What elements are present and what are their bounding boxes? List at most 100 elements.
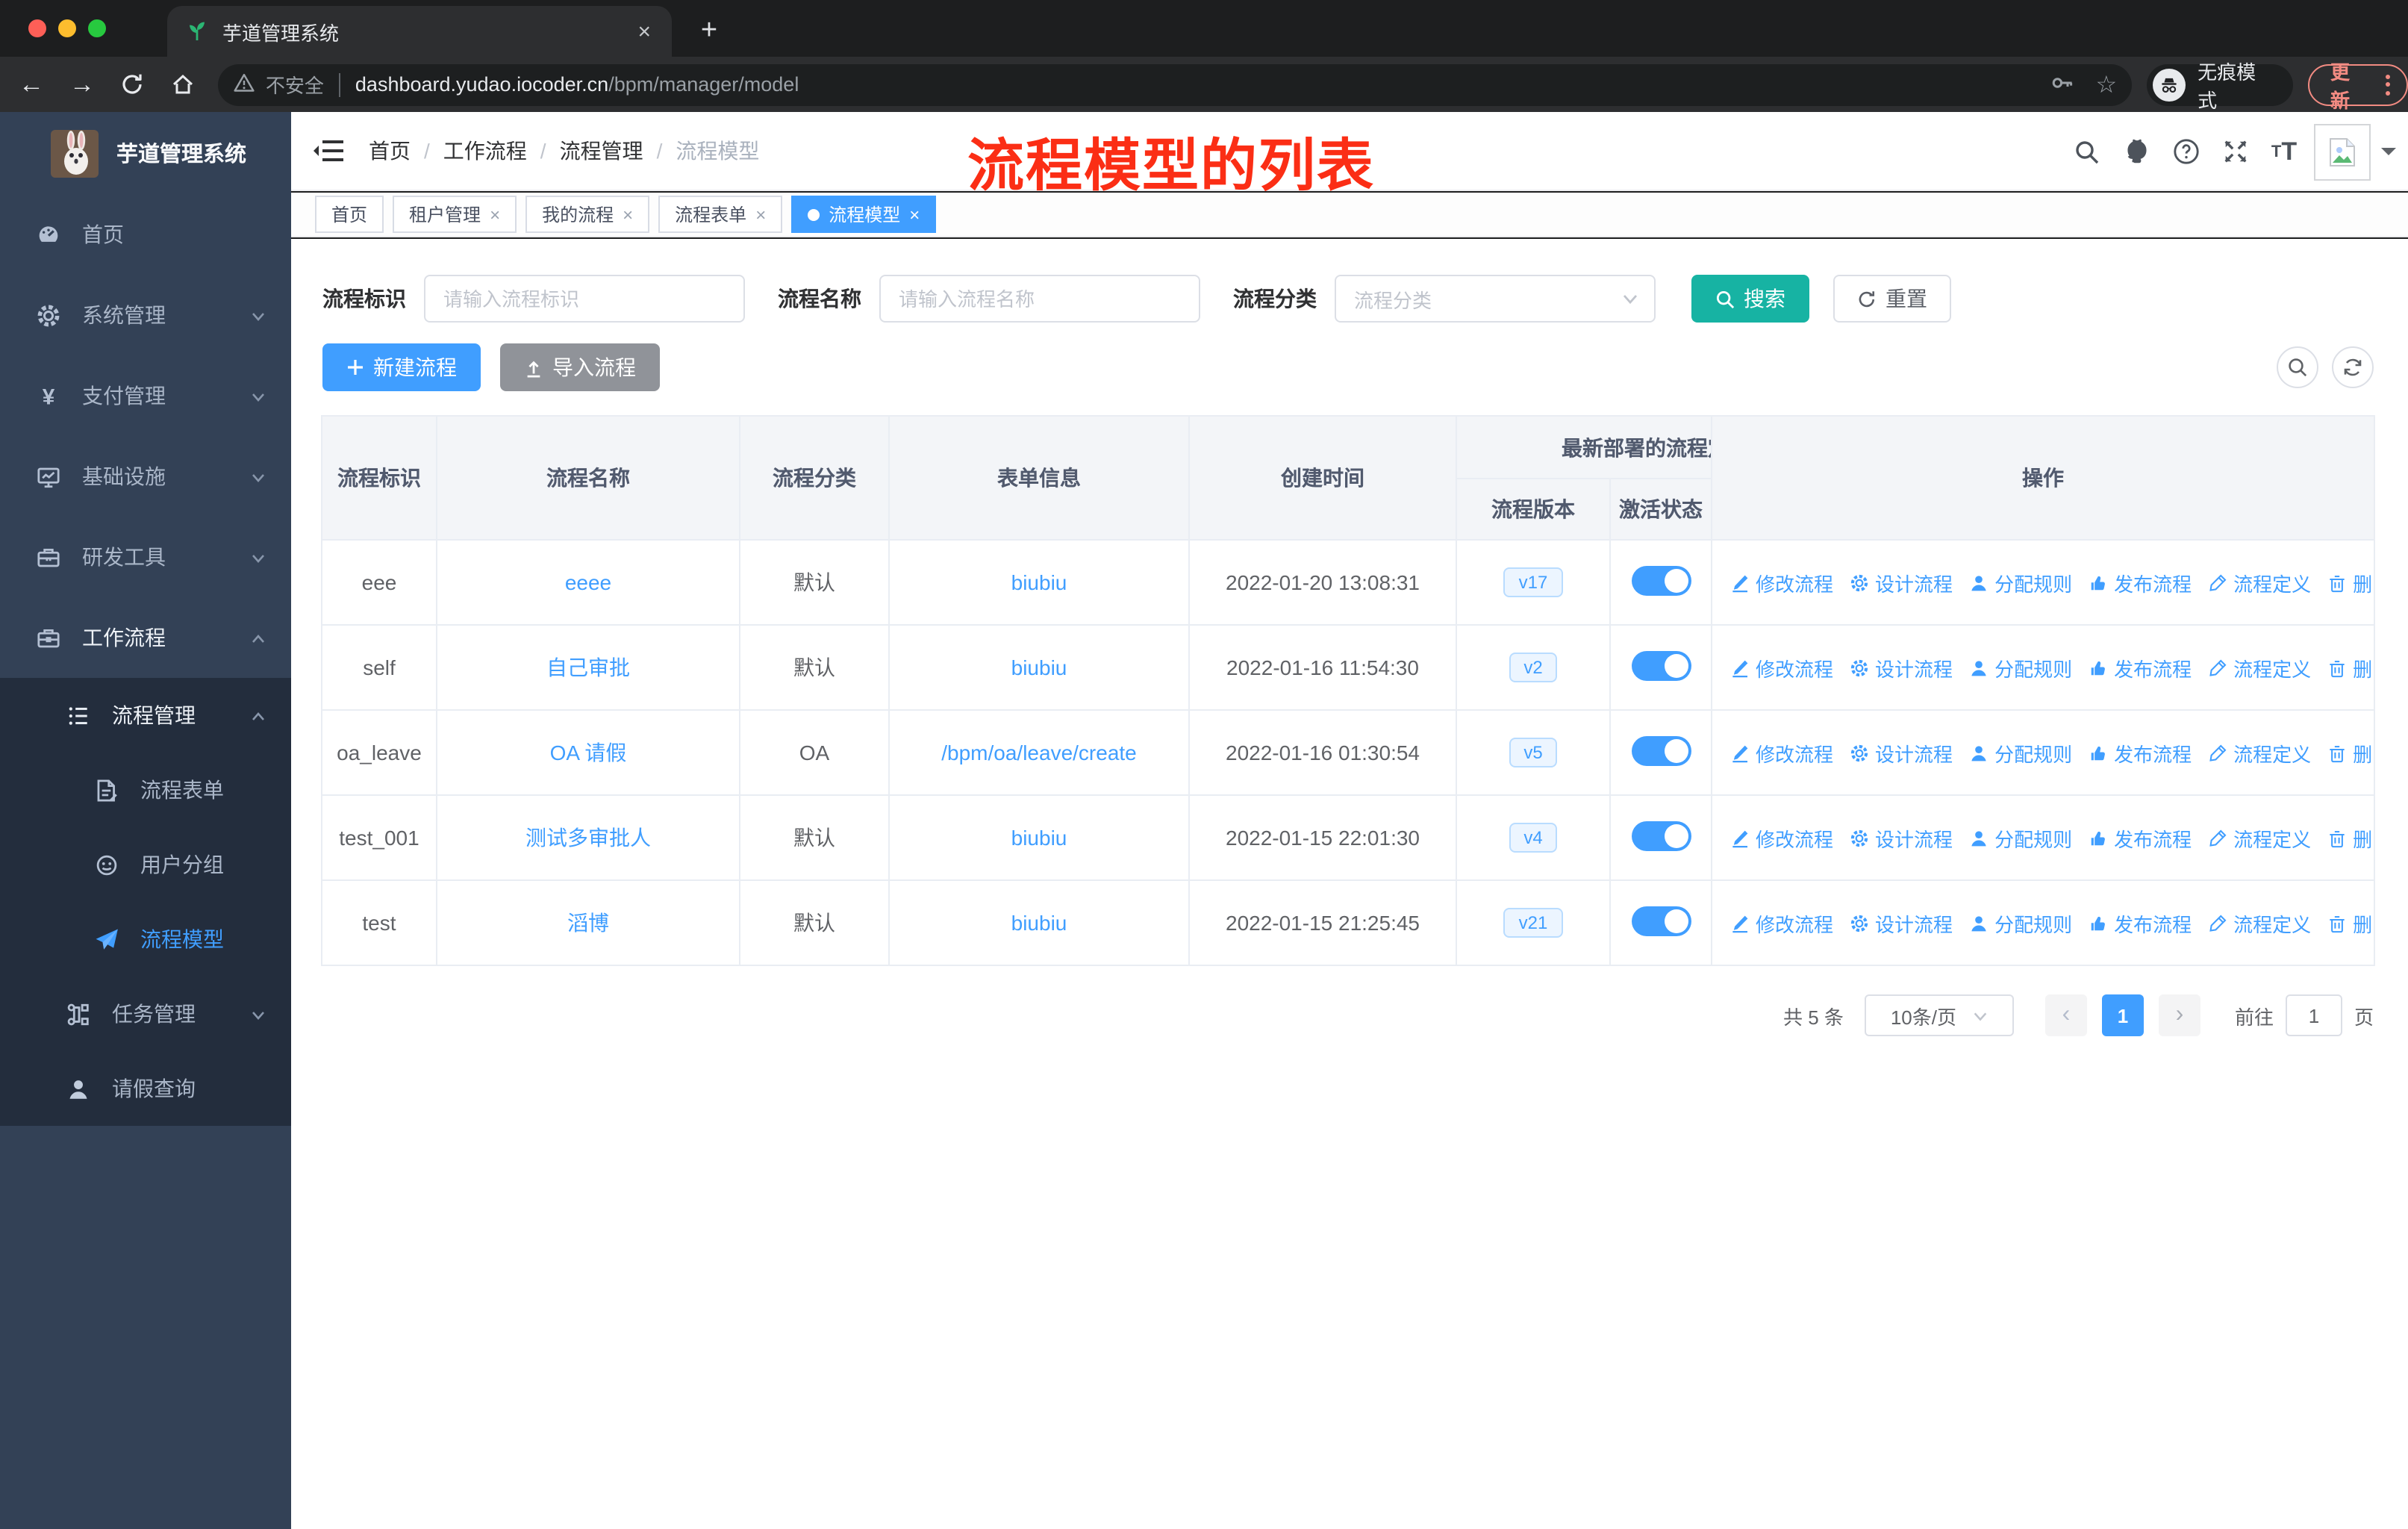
minimize-window-button[interactable] xyxy=(58,19,76,37)
design-process-link[interactable]: 设计流程 xyxy=(1850,823,1953,852)
reload-button[interactable] xyxy=(113,65,152,104)
active-toggle[interactable] xyxy=(1631,650,1691,680)
next-page-button[interactable]: › xyxy=(2158,994,2200,1036)
assign-rule-link[interactable]: 分配规则 xyxy=(1969,653,2072,682)
process-definition-link[interactable]: 流程定义 xyxy=(2208,738,2311,767)
refresh-table-button[interactable] xyxy=(2332,346,2374,388)
browser-tab[interactable]: 芋道管理系统 × xyxy=(167,6,672,57)
form-info-link[interactable]: /bpm/oa/leave/create xyxy=(941,741,1137,764)
sidebar-item-dashboard[interactable]: 首页 xyxy=(0,194,291,275)
process-id-input[interactable] xyxy=(424,275,745,323)
sidebar-item-form[interactable]: 流程表单 xyxy=(0,753,291,827)
window-controls[interactable] xyxy=(28,19,106,37)
breadcrumb-home[interactable]: 首页 xyxy=(369,136,411,166)
user-avatar[interactable] xyxy=(2314,123,2371,180)
import-process-button[interactable]: 导入流程 xyxy=(500,343,660,391)
search-button[interactable]: 搜索 xyxy=(1691,275,1809,323)
form-info-link[interactable]: biubiu xyxy=(1011,655,1067,679)
sidebar-item-tasks[interactable]: 任务管理 xyxy=(0,977,291,1051)
form-info-link[interactable]: biubiu xyxy=(1011,826,1067,850)
tab-close-icon[interactable]: × xyxy=(909,204,920,225)
design-process-link[interactable]: 设计流程 xyxy=(1850,568,1953,597)
edit-process-link[interactable]: 修改流程 xyxy=(1730,653,1833,682)
assign-rule-link[interactable]: 分配规则 xyxy=(1969,568,2072,597)
process-definition-link[interactable]: 流程定义 xyxy=(2208,909,2311,937)
goto-page-input[interactable] xyxy=(2285,994,2342,1036)
publish-process-link[interactable]: 发布流程 xyxy=(2089,568,2192,597)
prev-page-button[interactable]: ‹ xyxy=(2044,994,2087,1036)
process-definition-link[interactable]: 流程定义 xyxy=(2208,568,2311,597)
breadcrumb-workflow[interactable]: 工作流程 xyxy=(443,136,527,166)
tab-close-icon[interactable]: × xyxy=(755,204,766,225)
address-bar[interactable]: 不安全 dashboard.yudao.iocoder.cn/bpm/manag… xyxy=(217,63,2133,105)
design-process-link[interactable]: 设计流程 xyxy=(1850,909,1953,937)
avatar-dropdown-icon[interactable] xyxy=(2381,148,2396,163)
collapse-sidebar-icon[interactable] xyxy=(312,137,345,164)
tag-tab-0[interactable]: 首页 xyxy=(315,196,384,233)
password-key-icon[interactable] xyxy=(2049,69,2074,99)
process-name-link[interactable]: 自己审批 xyxy=(546,655,630,679)
update-label[interactable]: 更新 xyxy=(2330,56,2369,113)
delete-process-link[interactable]: 删除 xyxy=(2327,653,2373,682)
edit-process-link[interactable]: 修改流程 xyxy=(1730,909,1833,937)
security-label[interactable]: 不安全 xyxy=(266,70,324,99)
tab-close-icon[interactable]: × xyxy=(623,204,633,225)
process-name-link[interactable]: OA 请假 xyxy=(550,741,627,764)
new-tab-button[interactable]: + xyxy=(690,12,729,51)
tab-close-icon[interactable]: × xyxy=(490,204,500,225)
sidebar-item-briefcase[interactable]: 工作流程 xyxy=(0,597,291,678)
tag-tab-2[interactable]: 我的流程 × xyxy=(525,196,650,233)
edit-process-link[interactable]: 修改流程 xyxy=(1730,738,1833,767)
close-window-button[interactable] xyxy=(28,19,46,37)
active-toggle[interactable] xyxy=(1631,906,1691,935)
process-definition-link[interactable]: 流程定义 xyxy=(2208,653,2311,682)
forward-button[interactable]: → xyxy=(63,65,102,104)
breadcrumb-process-mgmt[interactable]: 流程管理 xyxy=(560,136,643,166)
github-icon[interactable] xyxy=(2117,132,2156,171)
delete-process-link[interactable]: 删除 xyxy=(2327,909,2373,937)
tag-tab-1[interactable]: 租户管理 × xyxy=(393,196,517,233)
create-process-button[interactable]: 新建流程 xyxy=(322,343,481,391)
delete-process-link[interactable]: 删除 xyxy=(2327,568,2373,597)
current-page[interactable]: 1 xyxy=(2101,994,2144,1036)
delete-process-link[interactable]: 删除 xyxy=(2327,823,2373,852)
form-info-link[interactable]: biubiu xyxy=(1011,570,1067,594)
process-name-link[interactable]: eeee xyxy=(565,570,611,594)
search-icon[interactable] xyxy=(2068,132,2106,171)
assign-rule-link[interactable]: 分配规则 xyxy=(1969,909,2072,937)
browser-menu-icon[interactable] xyxy=(2381,74,2395,95)
show-search-button[interactable] xyxy=(2277,346,2318,388)
sidebar-item-toolbox[interactable]: 研发工具 xyxy=(0,517,291,597)
sidebar-item-plane[interactable]: 流程模型 xyxy=(0,902,291,977)
assign-rule-link[interactable]: 分配规则 xyxy=(1969,823,2072,852)
page-size-select[interactable]: 10条/页 xyxy=(1864,994,2014,1036)
active-toggle[interactable] xyxy=(1631,565,1691,595)
edit-process-link[interactable]: 修改流程 xyxy=(1730,823,1833,852)
update-chip[interactable]: 更新 xyxy=(2308,60,2408,111)
bookmark-star-icon[interactable]: ☆ xyxy=(2095,69,2117,99)
font-size-icon[interactable]: TT xyxy=(2265,132,2303,171)
back-button[interactable]: ← xyxy=(12,65,51,104)
form-info-link[interactable]: biubiu xyxy=(1011,911,1067,935)
sidebar-item-yen[interactable]: ¥ 支付管理 xyxy=(0,355,291,436)
sidebar-item-tree[interactable]: 流程管理 xyxy=(0,678,291,753)
delete-process-link[interactable]: 删除 xyxy=(2327,738,2373,767)
publish-process-link[interactable]: 发布流程 xyxy=(2089,823,2192,852)
sidebar-item-monitor[interactable]: 基础设施 xyxy=(0,436,291,517)
sidebar-logo[interactable]: 芋道管理系统 xyxy=(0,112,291,194)
fullscreen-icon[interactable] xyxy=(2215,132,2254,171)
tag-tab-4[interactable]: 流程模型 × xyxy=(791,196,937,233)
tab-close-icon[interactable]: × xyxy=(634,19,654,44)
assign-rule-link[interactable]: 分配规则 xyxy=(1969,738,2072,767)
zoom-window-button[interactable] xyxy=(88,19,106,37)
tag-tab-3[interactable]: 流程表单 × xyxy=(658,196,783,233)
design-process-link[interactable]: 设计流程 xyxy=(1850,738,1953,767)
process-definition-link[interactable]: 流程定义 xyxy=(2208,823,2311,852)
sidebar-item-gear[interactable]: 系统管理 xyxy=(0,275,291,355)
process-name-link[interactable]: 滔博 xyxy=(567,911,609,935)
publish-process-link[interactable]: 发布流程 xyxy=(2089,653,2192,682)
sidebar-item-group[interactable]: 用户分组 xyxy=(0,827,291,902)
active-toggle[interactable] xyxy=(1631,820,1691,850)
help-icon[interactable] xyxy=(2166,132,2205,171)
sidebar-item-user[interactable]: 请假查询 xyxy=(0,1051,291,1126)
